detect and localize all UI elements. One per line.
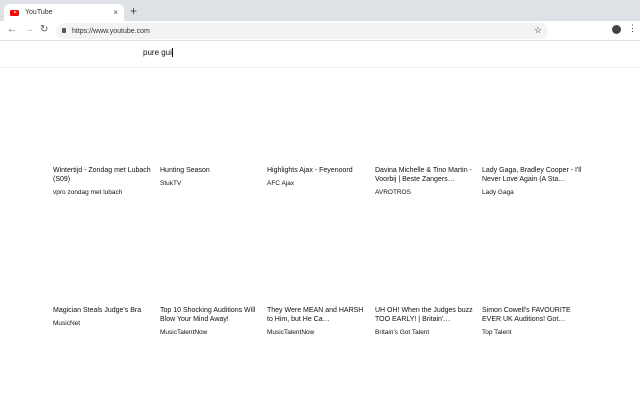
- video-card[interactable]: Top 10 Shocking Auditions Will Blow Your…: [160, 306, 260, 337]
- new-tab-button[interactable]: +: [130, 4, 137, 18]
- channel-name[interactable]: AFC Ajax: [267, 179, 367, 188]
- url-text: https://www.youtube.com: [72, 27, 150, 35]
- tab-bar: YouTube × +: [0, 0, 640, 21]
- video-title[interactable]: Top 10 Shocking Auditions Will Blow Your…: [160, 306, 260, 324]
- divider: [0, 67, 640, 68]
- lock-icon: [62, 28, 66, 33]
- text-caret: [171, 48, 173, 58]
- bookmark-star-icon[interactable]: ☆: [534, 25, 542, 36]
- video-card[interactable]: Hunting Season StukTV: [160, 166, 260, 188]
- video-card[interactable]: Magician Steals Judge's Bra MusicNet: [53, 306, 153, 328]
- tab-youtube[interactable]: YouTube ×: [4, 4, 124, 21]
- video-card[interactable]: They Were MEAN and HARSH to Him, but He …: [267, 306, 367, 337]
- video-card[interactable]: Simon Cowell's FAVOURITE EVER UK Auditio…: [482, 306, 582, 337]
- channel-name[interactable]: Britain's Got Talent: [375, 328, 475, 337]
- video-title[interactable]: Simon Cowell's FAVOURITE EVER UK Auditio…: [482, 306, 582, 324]
- channel-name[interactable]: MusicNet: [53, 319, 153, 328]
- video-title[interactable]: Wintertijd - Zondag met Lubach (S09): [53, 166, 153, 184]
- search-text: pure gui: [143, 48, 172, 57]
- video-title[interactable]: Lady Gaga, Bradley Cooper - I'll Never L…: [482, 166, 582, 184]
- video-title[interactable]: Highlights Ajax - Feyenoord: [267, 166, 367, 175]
- video-card[interactable]: Lady Gaga, Bradley Cooper - I'll Never L…: [482, 166, 582, 197]
- reload-icon[interactable]: ↻: [40, 24, 48, 35]
- video-card[interactable]: Davina Michelle & Tino Martin - Voorbij …: [375, 166, 475, 197]
- search-input[interactable]: pure gui: [143, 48, 173, 58]
- channel-name[interactable]: AVROTROS: [375, 188, 475, 197]
- tab-title: YouTube: [25, 9, 53, 16]
- account-icon[interactable]: [612, 25, 621, 34]
- video-title[interactable]: Magician Steals Judge's Bra: [53, 306, 153, 315]
- video-title[interactable]: Davina Michelle & Tino Martin - Voorbij …: [375, 166, 475, 184]
- toolbar: ← → ↻ https://www.youtube.com ☆ ⋮: [0, 21, 640, 41]
- channel-name[interactable]: MusicTalentNow: [160, 328, 260, 337]
- video-title[interactable]: Hunting Season: [160, 166, 260, 175]
- channel-name[interactable]: MusicTalentNow: [267, 328, 367, 337]
- video-card[interactable]: Wintertijd - Zondag met Lubach (S09) vpro…: [53, 166, 153, 197]
- video-card[interactable]: Highlights Ajax - Feyenoord AFC Ajax: [267, 166, 367, 188]
- menu-icon[interactable]: ⋮: [628, 23, 637, 34]
- video-title[interactable]: They Were MEAN and HARSH to Him, but He …: [267, 306, 367, 324]
- youtube-favicon-icon: [10, 9, 19, 16]
- video-card[interactable]: UH OH! When the Judges buzz TOO EARLY! |…: [375, 306, 475, 337]
- channel-name[interactable]: Top Talent: [482, 328, 582, 337]
- channel-name[interactable]: StukTV: [160, 179, 260, 188]
- address-bar[interactable]: https://www.youtube.com ☆: [56, 23, 548, 39]
- video-title[interactable]: UH OH! When the Judges buzz TOO EARLY! |…: [375, 306, 475, 324]
- channel-name[interactable]: Lady Gaga: [482, 188, 582, 197]
- back-icon[interactable]: ←: [7, 24, 17, 35]
- forward-icon[interactable]: →: [24, 24, 34, 35]
- close-tab-icon[interactable]: ×: [113, 8, 118, 17]
- channel-name[interactable]: vpro zondag met lubach: [53, 188, 153, 197]
